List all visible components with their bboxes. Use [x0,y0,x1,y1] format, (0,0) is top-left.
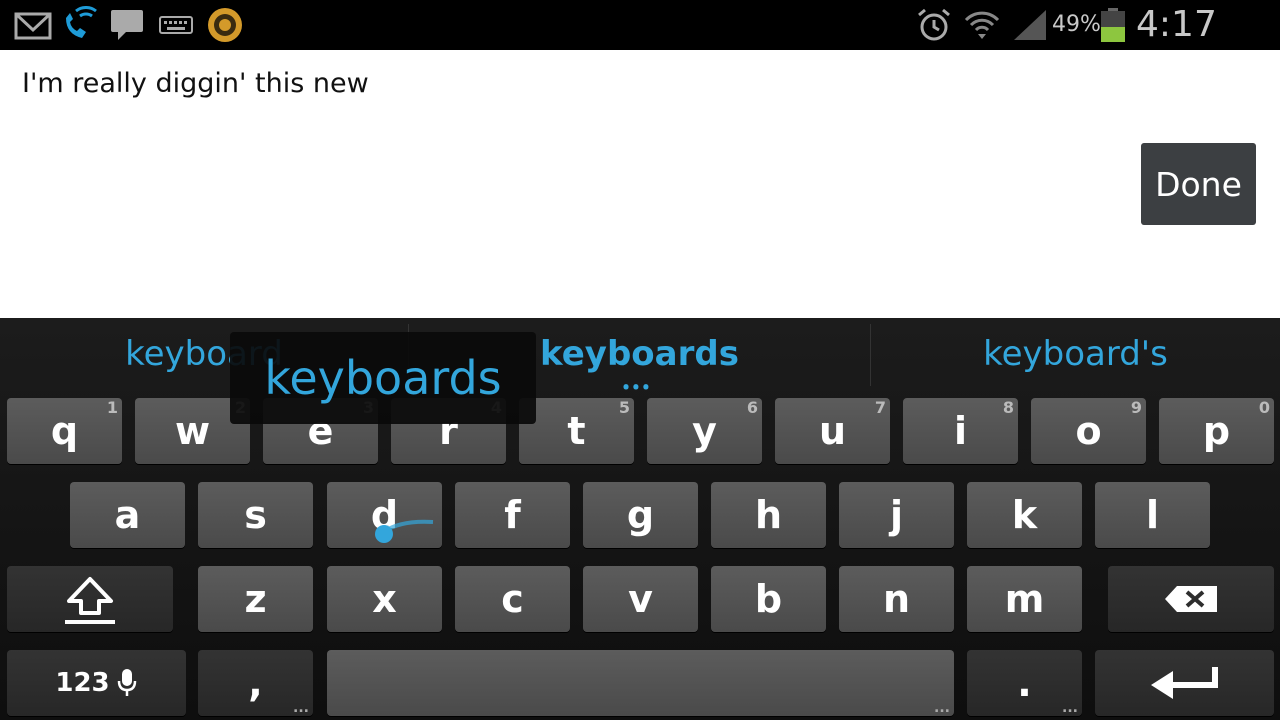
key-y[interactable]: y6 [647,398,762,464]
battery-icon [1101,8,1125,42]
enter-icon [1150,667,1218,699]
backspace-icon [1165,586,1217,612]
key-n[interactable]: n [839,566,954,632]
keyboard-icon [159,16,193,34]
more-suggestions-indicator[interactable]: ••• [622,376,652,401]
symbols-key[interactable]: 123 [7,650,186,716]
gmail-icon [14,12,52,40]
key-x[interactable]: x [327,566,442,632]
done-button[interactable]: Done [1141,143,1256,225]
key-l[interactable]: l [1095,482,1210,548]
key-label: o [1075,409,1102,453]
key-p[interactable]: p0 [1159,398,1274,464]
key-j[interactable]: j [839,482,954,548]
microphone-icon [117,669,136,696]
text-input[interactable]: I'm really diggin' this new [22,68,369,99]
comma-label: , [248,661,263,705]
key-hint: 6 [746,398,758,417]
key-g[interactable]: g [583,482,698,548]
comma-key[interactable]: , ... [198,650,313,716]
symbols-label: 123 [55,668,110,698]
shift-key[interactable] [7,566,173,632]
suggestion-preview: keyboards [230,332,536,424]
key-v[interactable]: v [583,566,698,632]
battery-percent: 49% [1052,12,1101,37]
key-label: i [953,409,968,453]
backspace-key[interactable] [1108,566,1274,632]
key-k[interactable]: k [967,482,1082,548]
status-bar: 49% 4:17 PM [0,0,1280,86]
key-t[interactable]: t5 [519,398,634,464]
key-i[interactable]: i8 [903,398,1018,464]
key-hint: 0 [1258,398,1270,417]
key-h[interactable]: h [711,482,826,548]
more-indicator: ... [1062,700,1078,716]
key-b[interactable]: b [711,566,826,632]
key-label: u [818,409,847,453]
key-d[interactable]: d [327,482,442,548]
key-o[interactable]: o9 [1031,398,1146,464]
period-label: . [1017,661,1032,705]
signal-icon [1014,10,1046,40]
swipe-trail-icon [375,519,434,543]
key-f[interactable]: f [455,482,570,548]
wifi-icon [964,11,1000,39]
alarm-icon [918,8,950,41]
key-hint: 9 [1130,398,1142,417]
more-indicator: ... [934,700,950,716]
key-a[interactable]: a [70,482,185,548]
wifi-calling-icon [66,6,97,38]
key-hint: 1 [106,398,118,417]
key-hint: 8 [1002,398,1014,417]
key-label: q [50,409,79,453]
key-label: p [1202,409,1231,453]
key-s[interactable]: s [198,482,313,548]
key-m[interactable]: m [967,566,1082,632]
key-q[interactable]: q1 [7,398,122,464]
shift-icon [65,577,115,624]
more-indicator: ... [293,700,309,716]
messaging-icon [111,10,143,40]
enter-key[interactable] [1095,650,1274,716]
period-key[interactable]: . ... [967,650,1082,716]
text-editor-area[interactable]: I'm really diggin' this new Done [0,50,1280,318]
key-label: w [174,409,211,453]
space-key[interactable]: ... [327,650,954,716]
key-hint: 7 [874,398,886,417]
key-label: y [692,409,717,453]
key-c[interactable]: c [455,566,570,632]
key-label: t [567,409,586,453]
key-z[interactable]: z [198,566,313,632]
app-ring-icon [208,8,242,42]
key-u[interactable]: u7 [775,398,890,464]
suggestion-3[interactable]: keyboard's [871,318,1280,390]
